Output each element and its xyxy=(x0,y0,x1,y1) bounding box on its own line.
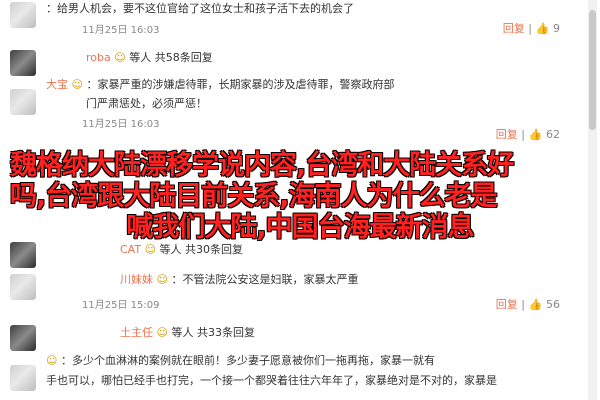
reply-count-text[interactable]: 等人 共33条回复 xyxy=(171,326,255,339)
like-button[interactable]: 回复 | 👍 62 xyxy=(496,126,560,142)
reply-link[interactable]: 回复 xyxy=(496,298,518,311)
avatar[interactable] xyxy=(10,2,36,28)
avatar[interactable] xyxy=(10,242,36,268)
emoji-icon: ☺ xyxy=(144,243,157,256)
comment-time: 11月25日 16:03 xyxy=(82,25,160,36)
headline-overlay: 魏格纳大陆漂移学说内容,台湾和大陆关系好 吗,台湾跟大陆目前关系,海南人为什么老… xyxy=(10,150,590,243)
reply-count-text[interactable]: 等人 共58条回复 xyxy=(129,51,213,64)
reply-count-text[interactable]: 等人 共30条回复 xyxy=(160,243,244,256)
emoji-icon: ☺ xyxy=(46,354,58,367)
thumbs-up-icon: 👍 xyxy=(528,128,543,141)
avatar[interactable] xyxy=(10,274,36,300)
comment-time: 11月25日 16:03 xyxy=(82,119,160,130)
scrollbar-thumb[interactable] xyxy=(589,10,596,130)
username[interactable]: 土主任 xyxy=(120,326,153,339)
thumbs-up-icon: 👍 xyxy=(528,298,543,311)
emoji-icon: ☺ xyxy=(156,326,168,339)
comment-text: ：家暴严重的涉嫌虐待罪，长期家暴的涉及虐待罪，警察政府部 xyxy=(86,78,395,91)
comment-text: ：多少个血淋淋的案例就在眼前！多少妻子愿意被你们一拖再拖，家暴一就有 xyxy=(60,354,435,367)
headline-line-1: 魏格纳大陆漂移学说内容,台湾和大陆关系好 xyxy=(10,150,514,181)
username[interactable]: CAT xyxy=(120,243,141,256)
comment-time: 11月25日 15:09 xyxy=(82,300,160,311)
emoji-icon: ☺ xyxy=(156,273,168,286)
like-count: 9 xyxy=(553,22,560,35)
emoji-icon: ☺ xyxy=(71,78,83,91)
username[interactable]: 大宝 xyxy=(46,78,68,91)
username[interactable]: 川妹妹 xyxy=(120,273,153,286)
like-button[interactable]: 回复 | 👍 56 xyxy=(496,296,560,312)
headline-line-2: 吗,台湾跟大陆目前关系,海南人为什么老是 xyxy=(10,181,498,212)
like-count: 62 xyxy=(546,128,560,141)
emoji-icon: ☺ xyxy=(114,51,126,64)
reply-link[interactable]: 回复 xyxy=(496,128,518,141)
avatar[interactable] xyxy=(10,89,36,115)
headline-line-3: 喊我们大陆,中国台海最新消息 xyxy=(126,212,474,243)
thumbs-up-icon: 👍 xyxy=(535,22,550,35)
reply-link[interactable]: 回复 xyxy=(503,22,525,35)
comment-text: ：给男人机会，要不这位官给了这位女士和孩子活下去的机会了 xyxy=(46,2,354,15)
avatar[interactable] xyxy=(10,50,36,76)
like-count: 56 xyxy=(546,298,560,311)
avatar[interactable] xyxy=(10,325,36,351)
like-button[interactable]: 回复 | 👍 9 xyxy=(503,20,560,36)
comment-text-2: 门严肃惩处，必须严惩！ xyxy=(86,97,207,110)
comment-text-2: 手也可以，哪怕已经手也打完，一个接一个都哭着往往六年年了，家暴绝对是不对的，家暴… xyxy=(46,374,497,387)
scrollbar[interactable] xyxy=(588,0,597,400)
username[interactable]: roba xyxy=(86,51,111,64)
comment-text: ：不管法院公安这是妇联，家暴太严重 xyxy=(171,273,359,286)
avatar[interactable] xyxy=(10,365,36,391)
